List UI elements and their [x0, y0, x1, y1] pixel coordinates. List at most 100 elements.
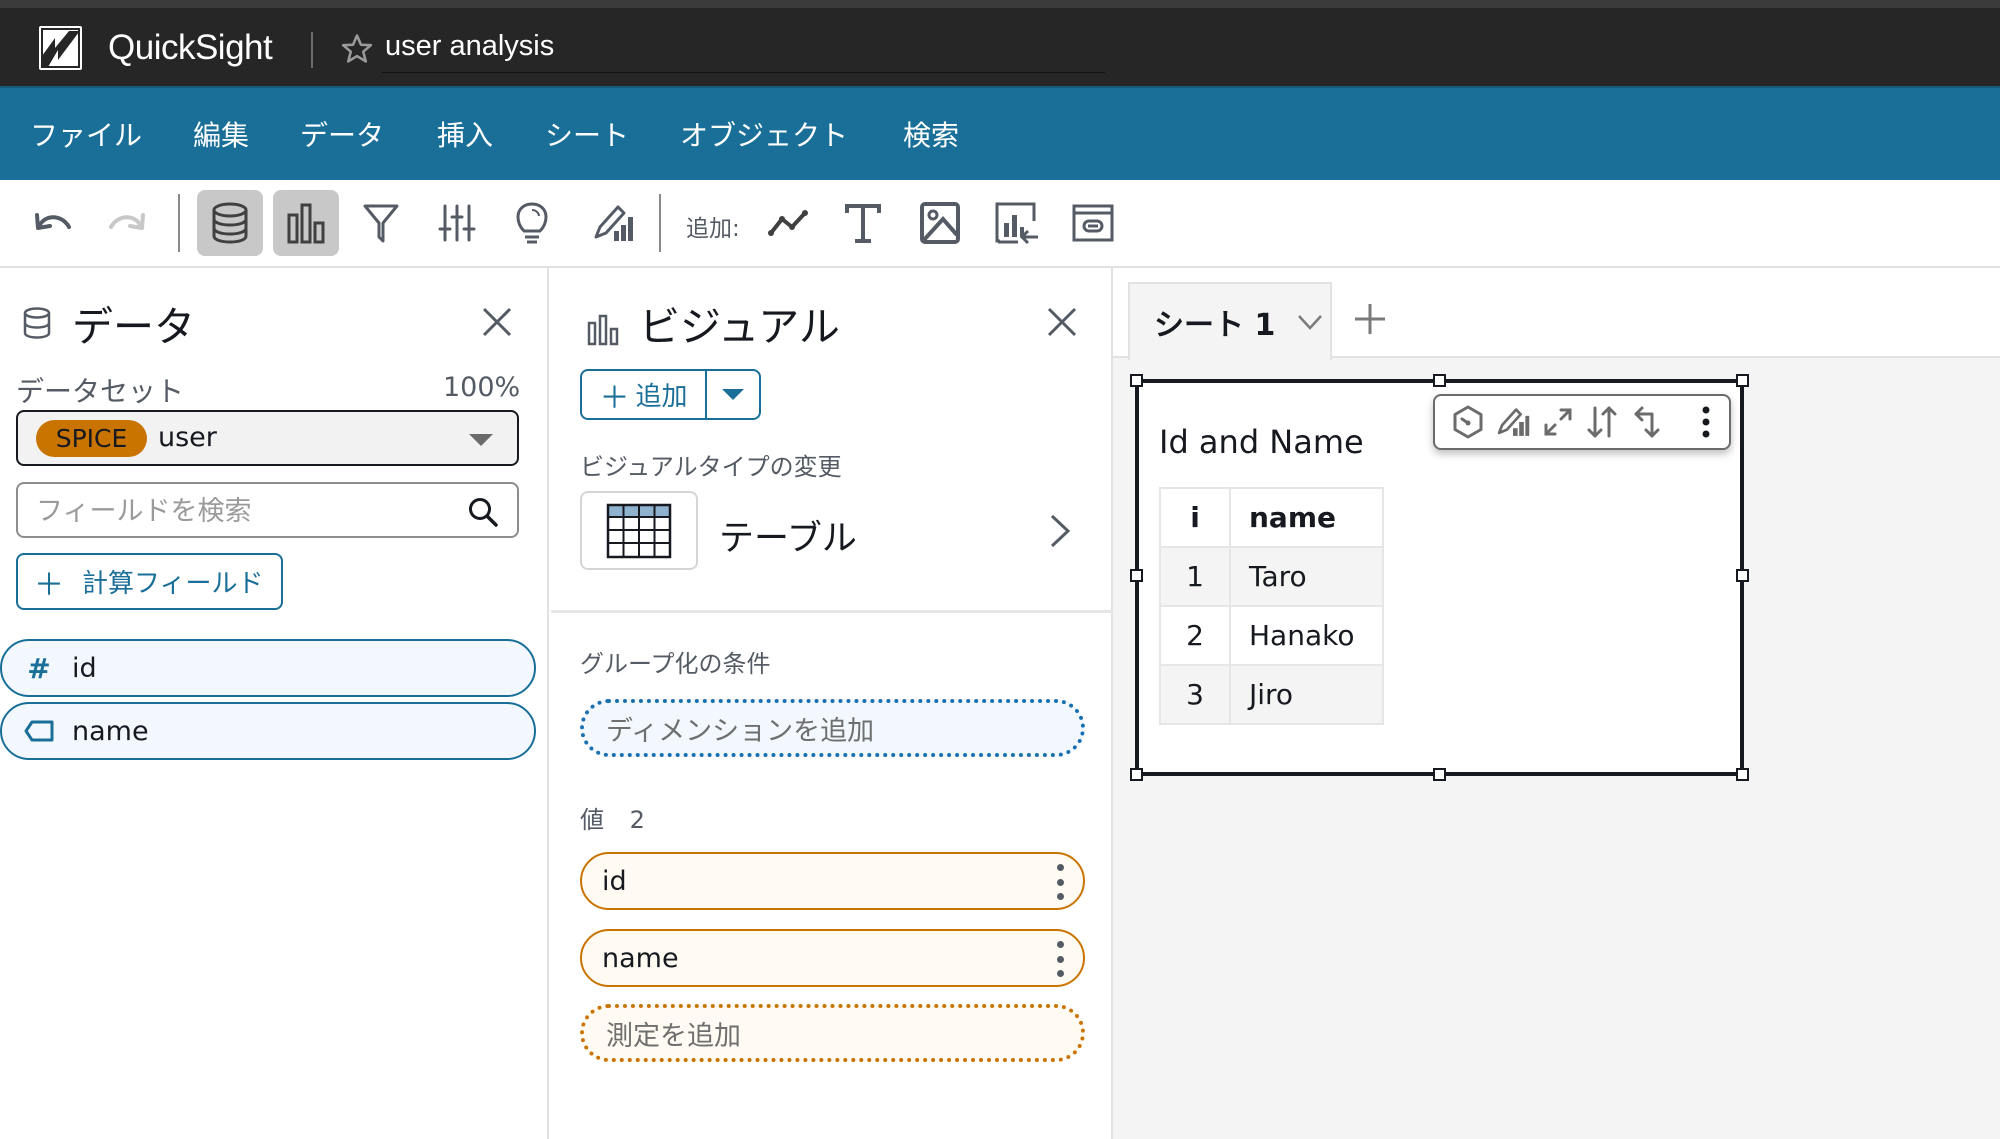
table-cell[interactable]: 3 [1159, 664, 1231, 725]
add-image-button[interactable] [907, 190, 973, 256]
spice-badge: SPICE [36, 420, 147, 457]
caret-down-icon [469, 434, 493, 446]
menu-search[interactable]: 検索 [903, 114, 959, 154]
search-icon[interactable] [467, 496, 499, 528]
add-embedded-chart-button[interactable] [984, 190, 1050, 256]
string-field-icon [24, 716, 54, 746]
field-search-input[interactable] [36, 492, 456, 530]
lightbulb-icon [516, 202, 548, 244]
table-cell[interactable]: Hanako [1229, 605, 1384, 666]
resize-handle-top-left[interactable] [1130, 374, 1143, 387]
add-visual-label: 追加 [635, 382, 688, 412]
table-cell[interactable]: 1 [1159, 546, 1231, 607]
add-measure-dropzone[interactable]: 測定を追加 [580, 1004, 1085, 1062]
dataset-label: データセット [16, 375, 185, 408]
expand-visual-button[interactable] [1536, 402, 1579, 442]
parameters-button[interactable] [424, 190, 490, 256]
add-visual-split-button: ＋ 追加 [580, 369, 761, 420]
menu-sheet[interactable]: シート [545, 114, 629, 154]
more-vertical-icon [1702, 406, 1710, 438]
plus-icon: ＋ [599, 380, 630, 416]
field-item-name[interactable]: name [0, 702, 536, 760]
sheet-tab-strip: シート 1 [1113, 268, 2000, 360]
embed-chart-icon [995, 202, 1038, 245]
column-header-id[interactable]: i [1159, 487, 1231, 548]
close-data-panel-button[interactable] [480, 305, 514, 339]
dataset-select[interactable]: SPICE user [16, 410, 519, 466]
chevron-down-icon[interactable] [1297, 314, 1323, 330]
field-item-id[interactable]: # id [0, 639, 536, 697]
insights-button[interactable] [499, 190, 565, 256]
menu-object[interactable]: オブジェクト [680, 114, 848, 154]
filter-button[interactable] [348, 190, 414, 256]
analysis-name[interactable]: user analysis [385, 30, 554, 63]
add-visual-button[interactable]: ＋ 追加 [582, 371, 707, 418]
visual-pane-button[interactable] [273, 190, 339, 256]
resize-handle-right[interactable] [1736, 569, 1749, 582]
table-cell[interactable]: Jiro [1229, 664, 1384, 725]
more-options-icon[interactable] [1055, 864, 1065, 900]
format-visual-button[interactable] [1492, 402, 1535, 442]
drill-button[interactable] [1626, 402, 1669, 442]
table-cell[interactable]: Taro [1229, 546, 1384, 607]
values-count: 2 [629, 806, 645, 834]
undo-icon [35, 213, 71, 230]
table-visual[interactable]: Id and Name i name 1 Taro 2 Hanako 3 Jir… [1130, 374, 1749, 781]
visual-type-tile[interactable] [580, 491, 698, 570]
resize-handle-bottom[interactable] [1433, 768, 1446, 781]
table-cell[interactable]: 2 [1159, 605, 1231, 666]
dataset-percent: 100% [443, 372, 521, 403]
resize-handle-top[interactable] [1433, 374, 1446, 387]
format-visual-button[interactable] [581, 190, 647, 256]
visual-menu [1433, 394, 1731, 450]
column-header-name[interactable]: name [1229, 487, 1384, 548]
data-pane-button[interactable] [197, 190, 263, 256]
values-label: 値 2 [580, 800, 645, 835]
undo-button[interactable] [20, 190, 86, 256]
dataset-name: user [158, 422, 217, 453]
visual-panel: ビジュアル ＋ 追加 ビジュアルタイプの変更 テーブル グループ化の条件 ディメ… [551, 268, 1113, 1139]
resize-handle-bottom-left[interactable] [1130, 768, 1143, 781]
menu-insert[interactable]: 挿入 [437, 114, 493, 154]
menu-data[interactable]: データ [300, 114, 384, 154]
value-field-id[interactable]: id [580, 852, 1085, 910]
visual-more-options-button[interactable] [1684, 402, 1727, 442]
menu-edit[interactable]: 編集 [193, 114, 249, 154]
visual-ai-button[interactable] [1447, 402, 1490, 442]
resize-handle-top-right[interactable] [1736, 374, 1749, 387]
add-visual-dropdown[interactable] [707, 371, 759, 418]
redo-button[interactable] [94, 190, 160, 256]
table-row: 3 Jiro [1159, 664, 1384, 725]
pencil-chart-icon [594, 205, 633, 241]
sheet-tab[interactable]: シート 1 [1128, 282, 1332, 360]
resize-handle-left[interactable] [1130, 569, 1143, 582]
sort-button[interactable] [1581, 402, 1624, 442]
toolbar: 追加: [0, 180, 2000, 268]
table-row: 2 Hanako [1159, 605, 1384, 666]
drill-icon [1634, 406, 1660, 438]
more-options-icon[interactable] [1055, 941, 1065, 977]
quicksight-logo[interactable] [39, 26, 82, 70]
add-sheet-icon[interactable] [1353, 302, 1387, 336]
data-panel: データ データセット 100% SPICE user ＋ 計算フィールド # i… [0, 268, 549, 1139]
add-calculated-field-button[interactable]: ＋ 計算フィールド [16, 553, 283, 610]
change-visual-type-label: ビジュアルタイプの変更 [580, 453, 842, 481]
visual-title: Id and Name [1159, 423, 1364, 461]
menu-file[interactable]: ファイル [30, 114, 142, 154]
add-text-box-button[interactable] [830, 190, 896, 256]
add-visual-button[interactable] [755, 190, 821, 256]
add-link-card-button[interactable] [1060, 190, 1126, 256]
chevron-right-icon[interactable] [1048, 513, 1072, 549]
plus-icon: ＋ [34, 567, 64, 603]
data-table: i name 1 Taro 2 Hanako 3 Jiro [1159, 487, 1384, 725]
resize-handle-bottom-right[interactable] [1736, 768, 1749, 781]
star-icon[interactable] [340, 32, 374, 66]
table-row: 1 Taro [1159, 546, 1384, 607]
link-card-icon [1072, 204, 1114, 242]
caret-down-icon [722, 389, 744, 400]
top-bar: QuickSight user analysis [0, 0, 2000, 86]
add-dimension-dropzone[interactable]: ディメンションを追加 [580, 699, 1085, 757]
value-field-name[interactable]: name [580, 929, 1085, 987]
analysis-name-underline [382, 72, 1105, 73]
close-visual-panel-button[interactable] [1045, 305, 1079, 339]
